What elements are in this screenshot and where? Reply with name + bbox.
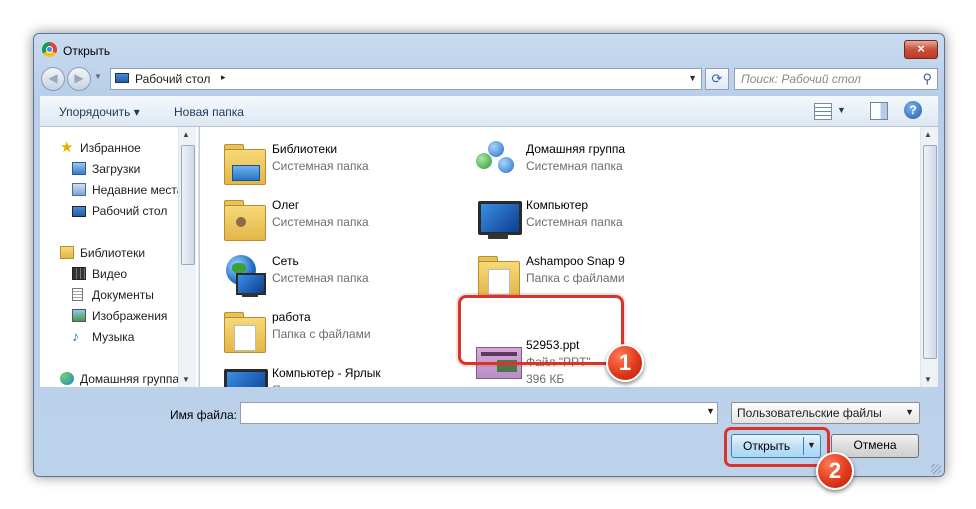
history-dropdown-icon[interactable]: ▼ — [94, 72, 102, 81]
navigation-scrollbar[interactable]: ▲ ▼ — [178, 127, 196, 387]
file-name: Компьютер — [526, 198, 589, 212]
filetype-select[interactable]: Пользовательские файлы ▼ — [731, 402, 920, 424]
homegroup-icon — [60, 372, 74, 385]
file-type: Системная папка — [526, 215, 623, 229]
address-row: ◀ ▶ ▼ Рабочий стол ▸ ▼ ⟳ Поиск: Рабочий … — [34, 64, 944, 92]
homegroup-icon — [474, 139, 522, 187]
file-list-scrollbar[interactable]: ▲ ▼ — [920, 127, 938, 387]
folder-icon — [220, 307, 268, 355]
file-item-rabota[interactable]: работа Папка с файлами — [216, 305, 456, 359]
file-name: Домашняя группа — [526, 142, 626, 156]
file-item-homegroup[interactable]: Домашняя группа Системная папка — [470, 137, 710, 191]
nav-label: Музыка — [92, 330, 135, 344]
new-folder-button[interactable]: Новая папка — [174, 105, 244, 119]
images-icon — [72, 309, 86, 322]
file-item-network[interactable]: Сеть Системная папка — [216, 249, 456, 303]
nav-label: Изображения — [92, 309, 168, 323]
window-title: Открыть — [63, 44, 111, 58]
scroll-up-icon[interactable]: ▲ — [924, 130, 932, 139]
address-dropdown-icon[interactable]: ▼ — [688, 73, 697, 83]
preview-pane-icon[interactable] — [870, 102, 888, 120]
filename-input[interactable] — [240, 402, 718, 424]
recent-places-icon — [72, 183, 86, 196]
address-location[interactable]: Рабочий стол — [135, 72, 210, 86]
search-input[interactable]: Поиск: Рабочий стол ⚲ — [734, 68, 938, 90]
back-button[interactable]: ◀ — [41, 67, 65, 91]
file-type: Папка с файлами — [526, 271, 625, 285]
scroll-thumb[interactable] — [923, 145, 937, 359]
desktop-icon — [72, 206, 86, 217]
open-dropdown-icon[interactable]: ▼ — [807, 440, 816, 450]
file-item-computer-shortcut[interactable]: ↗ Компьютер - Ярлык Ярлык — [216, 361, 456, 387]
scroll-thumb[interactable] — [181, 145, 195, 265]
file-type: Папка с файлами — [272, 327, 371, 341]
nav-label: Избранное — [80, 141, 141, 155]
folder-icon — [474, 251, 522, 299]
file-name: Ashampoo Snap 9 — [526, 254, 625, 268]
chrome-icon — [42, 42, 57, 57]
step-badge-2: 2 — [816, 452, 854, 490]
search-icon: ⚲ — [922, 71, 932, 86]
address-bar[interactable]: Рабочий стол ▸ ▼ — [110, 68, 702, 90]
scroll-up-icon[interactable]: ▲ — [182, 130, 190, 139]
address-chevron-icon[interactable]: ▸ — [221, 72, 226, 83]
file-name: Компьютер - Ярлык — [272, 366, 381, 380]
user-folder-icon — [220, 195, 268, 243]
file-name: Библиотеки — [272, 142, 338, 156]
open-button[interactable]: Открыть ▼ — [731, 434, 821, 458]
refresh-button[interactable]: ⟳ — [705, 68, 729, 90]
bottom-panel: Имя файла: ▼ Пользовательские файлы ▼ От… — [34, 387, 944, 476]
computer-shortcut-icon: ↗ — [220, 363, 268, 387]
file-name: Олег — [272, 198, 300, 212]
file-size: 396 КБ — [526, 372, 565, 386]
resize-grip[interactable] — [931, 464, 941, 474]
help-button[interactable]: ? — [904, 101, 922, 119]
close-button[interactable]: × — [904, 40, 938, 59]
view-dropdown-icon[interactable]: ▼ — [837, 105, 846, 115]
libraries-folder-icon — [220, 139, 268, 187]
documents-icon — [72, 288, 83, 301]
nav-label: Домашняя группа — [80, 372, 180, 386]
desktop-icon — [115, 73, 129, 83]
view-options-icon[interactable] — [814, 103, 832, 120]
command-bar: Упорядочить ▾ Новая папка ▼ ? — [40, 96, 938, 127]
nav-label: Библиотеки — [80, 246, 146, 260]
navigation-pane: ★ Избранное Загрузки Недавние места Рабо… — [40, 127, 199, 387]
file-item-oleg[interactable]: Олег Системная папка — [216, 193, 456, 247]
nav-label: Недавние места — [92, 183, 184, 197]
nav-label: Загрузки — [92, 162, 141, 176]
network-icon — [220, 251, 268, 299]
file-item-libraries[interactable]: Библиотеки Системная папка — [216, 137, 456, 191]
filetype-label: Пользовательские файлы — [737, 406, 882, 420]
file-name: работа — [272, 310, 311, 324]
filename-label: Имя файла: — [170, 408, 237, 422]
step-badge-1: 1 — [606, 344, 644, 382]
scroll-down-icon[interactable]: ▼ — [182, 375, 190, 384]
filetype-dropdown-icon: ▼ — [905, 407, 914, 417]
file-type: Системная папка — [272, 271, 369, 285]
nav-label: Документы — [92, 288, 154, 302]
libraries-icon — [60, 246, 74, 259]
search-placeholder: Поиск: Рабочий стол — [741, 72, 861, 86]
title-bar: Открыть × — [34, 34, 944, 64]
ppt-file-highlight — [458, 295, 624, 365]
computer-icon — [474, 195, 522, 243]
scroll-down-icon[interactable]: ▼ — [924, 375, 932, 384]
downloads-icon — [72, 162, 86, 175]
organize-button[interactable]: Упорядочить ▾ — [59, 105, 140, 119]
video-icon — [72, 267, 86, 280]
file-type: Системная папка — [272, 159, 369, 173]
open-file-dialog: Открыть × ◀ ▶ ▼ Рабочий стол ▸ ▼ ⟳ Поиск… — [33, 33, 945, 477]
music-icon: ♪ — [72, 328, 79, 344]
file-type: Системная папка — [526, 159, 623, 173]
file-name: Сеть — [272, 254, 299, 268]
file-item-computer[interactable]: Компьютер Системная папка — [470, 193, 710, 247]
nav-label: Рабочий стол — [92, 204, 168, 218]
open-button-label: Открыть — [743, 439, 791, 453]
forward-button[interactable]: ▶ — [67, 67, 91, 91]
filename-dropdown-icon[interactable]: ▼ — [706, 406, 715, 416]
star-icon: ★ — [60, 139, 74, 156]
nav-label: Видео — [92, 267, 128, 281]
file-type: Системная папка — [272, 215, 369, 229]
